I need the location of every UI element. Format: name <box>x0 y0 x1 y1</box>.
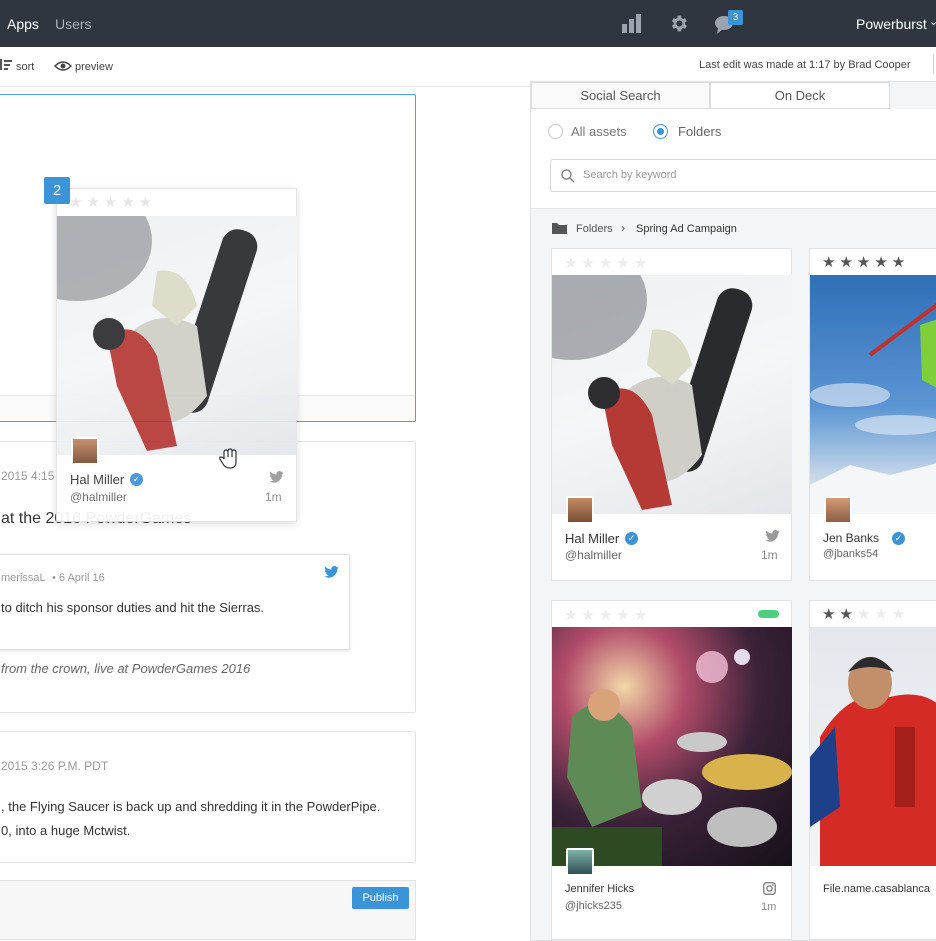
position-badge: 2 <box>44 177 70 204</box>
sort-icon[interactable] <box>0 58 12 72</box>
tweet-text: to ditch his sponsor duties and hit the … <box>1 600 265 615</box>
folder-icon <box>552 223 567 234</box>
snowboard-photo <box>57 216 297 455</box>
verified-icon: ✓ <box>130 473 143 486</box>
avatar <box>824 496 852 524</box>
card-handle: @halmiller <box>565 548 622 562</box>
notification-badge: 3 <box>728 10 743 25</box>
asset-card[interactable]: ★★★★★ Jen Banks ✓ @jbanks54 <box>809 248 936 581</box>
tab-social-search[interactable]: Social Search <box>531 82 710 109</box>
card-name: Hal Miller <box>70 472 125 487</box>
card-name: File.name.casablanca <box>823 883 931 895</box>
card-handle: @jhicks235 <box>565 900 623 912</box>
post-text: , the Flying Saucer is back up and shred… <box>1 799 381 814</box>
nav-apps[interactable]: Apps <box>7 16 39 32</box>
card-name: Hal Miller <box>565 531 620 546</box>
radio-folders-label[interactable]: Folders <box>678 124 721 139</box>
avatar <box>566 496 594 524</box>
grab-cursor-icon <box>219 448 237 469</box>
card-handle: @halmiller <box>70 490 127 504</box>
twitter-icon <box>269 471 284 483</box>
search-input[interactable]: Search by keyword <box>550 159 936 192</box>
top-navbar: Apps Users 3 Powerburst ⌄ <box>0 0 936 47</box>
skier-photo <box>810 275 936 514</box>
star-rating[interactable]: ★★★★★ <box>822 253 909 271</box>
twitter-icon <box>765 530 780 542</box>
radio-all-assets[interactable] <box>548 124 563 139</box>
verified-icon: ✓ <box>625 532 638 545</box>
avatar <box>71 437 99 465</box>
asset-card[interactable]: ★★★★★ Jennifer Hicks @jhicks235 1m <box>551 600 792 940</box>
post-text: 0, into a huge Mctwist. <box>1 823 131 838</box>
post-date: 2015 4:15 <box>1 469 55 483</box>
status-indicator <box>758 610 779 618</box>
card-time: 1m <box>761 548 778 562</box>
instagram-icon <box>763 882 776 895</box>
star-rating[interactable]: ★★★★★ <box>564 254 651 272</box>
post-card[interactable]: 2015 3:26 P.M. PDT , the Flying Saucer i… <box>0 731 416 863</box>
breadcrumb-folders[interactable]: Folders <box>576 223 613 235</box>
card-time: 1m <box>761 901 777 913</box>
post-date: 2015 3:26 P.M. PDT <box>1 759 109 773</box>
dragged-asset-card[interactable]: ★★★★★ Hal Miller ✓ @halmiller 1m <box>56 188 297 522</box>
star-rating[interactable]: ★★★★★ <box>69 193 156 211</box>
card-name: Jennifer Hicks <box>565 883 635 895</box>
verified-icon: ✓ <box>892 532 905 545</box>
publish-button[interactable]: Publish <box>352 887 409 909</box>
hiker-photo <box>810 627 936 866</box>
breadcrumb-chevron-icon: › <box>621 221 625 235</box>
eye-icon[interactable] <box>54 60 72 72</box>
star-rating[interactable]: ★★★★★ <box>822 605 909 623</box>
analytics-icon[interactable] <box>621 13 643 33</box>
tweet-author: merissaL <box>1 572 46 584</box>
chevron-down-icon[interactable]: ⌄ <box>929 15 936 28</box>
embedded-tweet: merissaL • 6 April 16 to ditch his spons… <box>0 554 350 650</box>
avatar <box>566 848 594 876</box>
drummer-photo <box>552 627 792 866</box>
radio-all-assets-label[interactable]: All assets <box>571 124 627 139</box>
radio-folders[interactable] <box>653 124 668 139</box>
tweet-date: • 6 April 16 <box>52 572 105 584</box>
gear-icon[interactable] <box>668 13 689 34</box>
card-time: 1m <box>265 490 282 504</box>
star-rating[interactable]: ★★★★★ <box>564 606 651 624</box>
post-caption: from the crown, live at PowderGames 2016 <box>1 661 251 676</box>
account-menu[interactable]: Powerburst <box>856 16 927 32</box>
divider <box>933 55 934 73</box>
nav-users[interactable]: Users <box>55 16 92 32</box>
search-icon <box>561 169 575 183</box>
card-name: Jen Banks <box>823 531 880 545</box>
asset-card[interactable]: ★★★★★ Hal Miller ✓ @halmiller 1m <box>551 248 792 581</box>
asset-card[interactable]: ★★★★★ File.name.casablanca <box>809 600 936 940</box>
twitter-icon <box>324 566 339 578</box>
tab-on-deck[interactable]: On Deck <box>710 82 890 109</box>
last-edit-text: Last edit was made at 1:17 by Brad Coope… <box>699 59 911 71</box>
breadcrumb-current: Spring Ad Campaign <box>636 223 737 235</box>
card-handle: @jbanks54 <box>823 548 879 560</box>
search-placeholder: Search by keyword <box>583 169 677 181</box>
snowboard-photo <box>552 275 792 514</box>
preview-button[interactable]: preview <box>75 61 113 73</box>
sort-button[interactable]: sort <box>16 61 34 73</box>
